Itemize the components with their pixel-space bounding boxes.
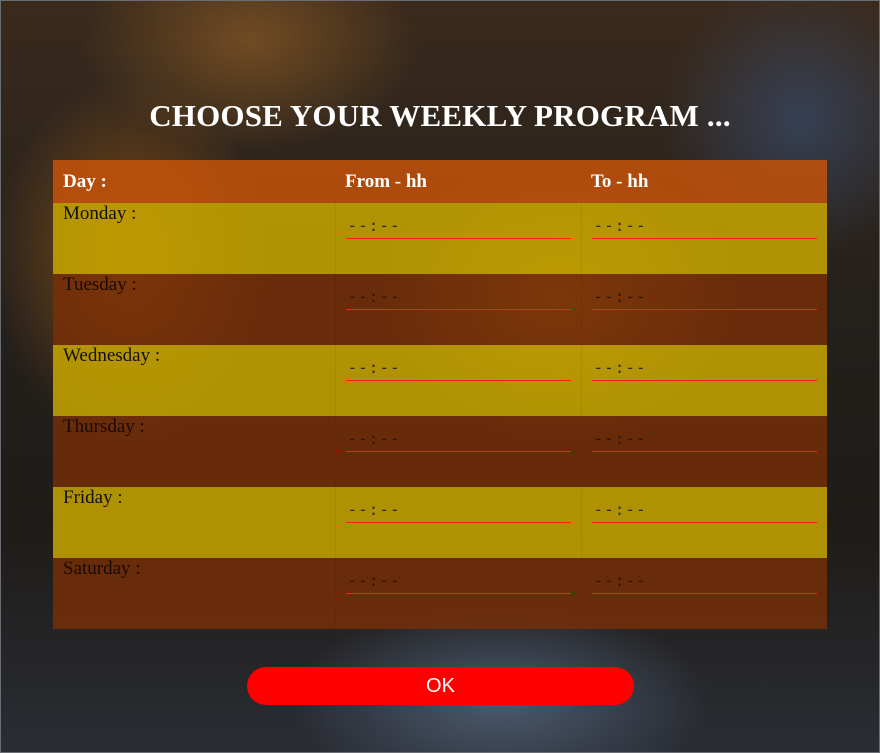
from-cell-tuesday <box>334 274 581 345</box>
day-label-thursday: Thursday : <box>53 416 335 487</box>
to-cell-saturday <box>580 558 827 629</box>
thursday-from-time-input[interactable] <box>345 426 571 452</box>
table-row-tuesday: Tuesday : <box>53 274 827 345</box>
to-cell-wednesday <box>580 345 827 416</box>
table-row-wednesday: Wednesday : <box>53 345 827 416</box>
day-label-wednesday: Wednesday : <box>53 345 335 416</box>
monday-to-time-input[interactable] <box>591 213 817 239</box>
header-day: Day : <box>53 160 335 203</box>
to-cell-tuesday <box>580 274 827 345</box>
page-title: CHOOSE YOUR WEEKLY PROGRAM ... <box>149 98 731 133</box>
table-row-monday: Monday : <box>53 203 827 274</box>
to-cell-thursday <box>580 416 827 487</box>
from-cell-friday <box>334 487 581 558</box>
to-cell-monday <box>580 203 827 274</box>
from-cell-monday <box>334 203 581 274</box>
to-cell-friday <box>580 487 827 558</box>
day-label-friday: Friday : <box>53 487 335 558</box>
tuesday-to-time-input[interactable] <box>591 284 817 310</box>
from-cell-saturday <box>334 558 581 629</box>
monday-from-time-input[interactable] <box>345 213 571 239</box>
wednesday-from-time-input[interactable] <box>345 355 571 381</box>
friday-to-time-input[interactable] <box>591 497 817 523</box>
header-from: From - hh <box>335 160 581 203</box>
day-label-tuesday: Tuesday : <box>53 274 335 345</box>
weekly-program-table: Day : From - hh To - hh Monday : Tuesday… <box>53 160 827 629</box>
from-cell-wednesday <box>334 345 581 416</box>
header-to: To - hh <box>581 160 827 203</box>
tuesday-from-time-input[interactable] <box>345 284 571 310</box>
saturday-from-time-input[interactable] <box>345 568 571 594</box>
wednesday-to-time-input[interactable] <box>591 355 817 381</box>
day-label-monday: Monday : <box>53 203 335 274</box>
from-cell-thursday <box>334 416 581 487</box>
table-row-friday: Friday : <box>53 487 827 558</box>
friday-from-time-input[interactable] <box>345 497 571 523</box>
table-header-row: Day : From - hh To - hh <box>53 160 827 203</box>
ok-button[interactable]: OK <box>247 667 634 705</box>
saturday-to-time-input[interactable] <box>591 568 817 594</box>
thursday-to-time-input[interactable] <box>591 426 817 452</box>
table-row-saturday: Saturday : <box>53 558 827 629</box>
table-row-thursday: Thursday : <box>53 416 827 487</box>
day-label-saturday: Saturday : <box>53 558 335 629</box>
